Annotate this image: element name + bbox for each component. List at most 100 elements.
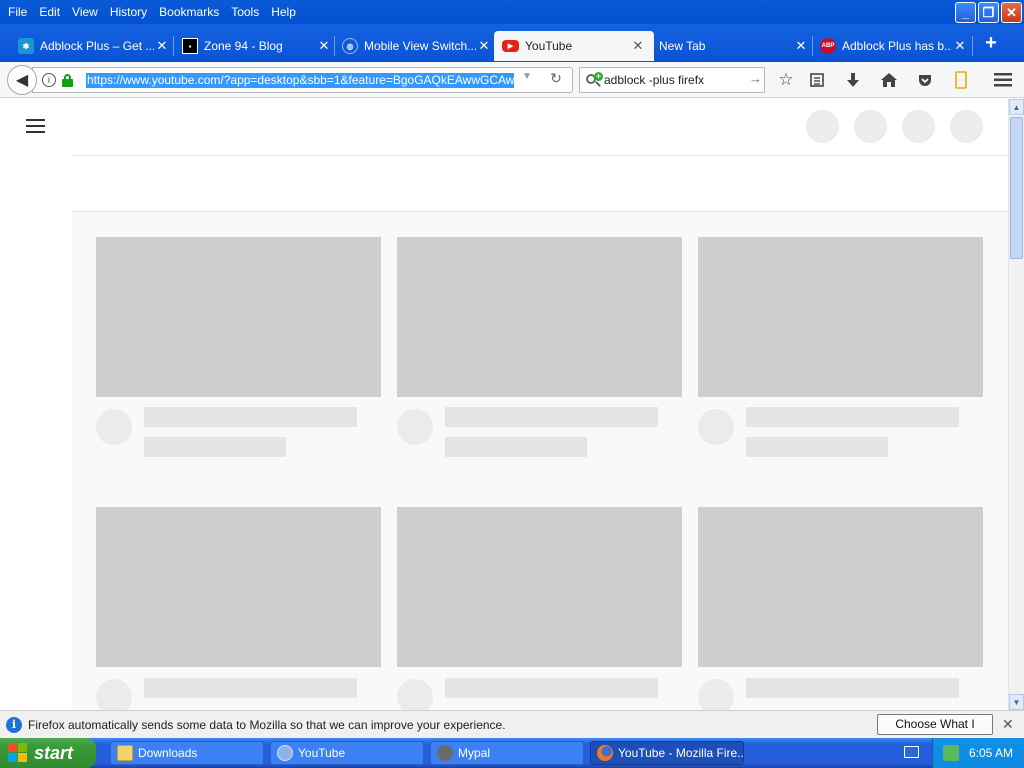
tab-new-tab[interactable]: New Tab ✕	[659, 31, 809, 61]
tab-zone94[interactable]: ▪ Zone 94 - Blog ✕	[182, 31, 332, 61]
tab-mobile-view-switcher[interactable]: ◍ Mobile View Switch... ✕	[342, 31, 492, 61]
scroll-up-icon[interactable]: ▲	[1009, 99, 1024, 115]
close-tab-icon[interactable]: ✕	[793, 38, 809, 54]
close-tab-icon[interactable]: ✕	[316, 38, 332, 54]
globe-icon	[277, 745, 293, 761]
menu-tools[interactable]: Tools	[225, 2, 265, 22]
info-icon[interactable]: i	[42, 73, 56, 87]
hamburger-menu-icon[interactable]	[26, 119, 46, 133]
system-tray: 6:05 AM	[932, 738, 1024, 768]
globe-icon: ◍	[342, 38, 358, 54]
title-placeholder	[445, 678, 658, 698]
header-placeholder-icon	[854, 110, 887, 143]
mypal-icon	[437, 745, 453, 761]
video-thumbnail-placeholder	[698, 237, 983, 397]
title-placeholder	[746, 407, 959, 427]
close-tab-icon[interactable]: ✕	[476, 38, 492, 54]
windows-logo-icon	[8, 743, 28, 763]
menu-view[interactable]: View	[66, 2, 104, 22]
tab-separator	[972, 36, 973, 56]
tab-title: Zone 94 - Blog	[204, 39, 283, 53]
task-label: Downloads	[138, 746, 198, 760]
url-dropdown-icon[interactable]: ▼	[520, 71, 534, 82]
tab-youtube[interactable]: ▶ YouTube ✕	[494, 31, 654, 61]
tab-separator	[173, 36, 174, 56]
header-placeholder-icon	[950, 110, 983, 143]
abp-icon: ABP	[820, 38, 836, 54]
taskbar: start Downloads YouTube Mypal YouTube - …	[0, 738, 1024, 768]
navigation-toolbar: i https://www.youtube.com/?app=desktop&s…	[0, 62, 1024, 98]
choose-what-i-share-button[interactable]: Choose What I Share	[877, 714, 993, 750]
minimize-button[interactable]: _	[955, 2, 976, 23]
video-thumbnail-placeholder	[698, 507, 983, 667]
url-text[interactable]: https://www.youtube.com/?app=desktop&sbb…	[86, 73, 514, 88]
notification-text: Firefox automatically sends some data to…	[28, 718, 506, 732]
close-tab-icon[interactable]: ✕	[154, 38, 170, 54]
menu-bar: File Edit View History Bookmarks Tools H…	[0, 0, 1024, 24]
reader-list-icon[interactable]	[806, 69, 828, 91]
pocket-icon[interactable]	[914, 69, 936, 91]
notification-bar: i Firefox automatically sends some data …	[0, 710, 1024, 750]
download-icon[interactable]	[842, 69, 864, 91]
header-placeholder-icon	[806, 110, 839, 143]
taskbar-item-downloads[interactable]: Downloads	[110, 741, 264, 765]
page-content	[0, 99, 1008, 710]
header-placeholder-icon	[902, 110, 935, 143]
video-thumbnail-placeholder	[96, 507, 381, 667]
channel-avatar-placeholder	[397, 679, 433, 710]
new-tab-button[interactable]: +	[978, 30, 1004, 56]
title-placeholder	[746, 678, 959, 698]
info-icon: i	[6, 717, 22, 733]
search-icon[interactable]: +	[585, 72, 603, 90]
menu-icon[interactable]	[992, 69, 1014, 91]
task-label: YouTube	[298, 746, 346, 760]
search-bar[interactable]: + adblock -plus firefx →	[579, 67, 765, 93]
video-thumbnail-placeholder	[397, 237, 682, 397]
reload-icon[interactable]: ↻	[548, 70, 564, 87]
folder-icon	[117, 745, 133, 761]
menu-edit[interactable]: Edit	[33, 2, 66, 22]
tab-title: Mobile View Switch...	[364, 39, 476, 53]
home-icon[interactable]	[878, 69, 900, 91]
network-icon[interactable]	[943, 745, 959, 761]
menu-bookmarks[interactable]: Bookmarks	[153, 2, 225, 22]
close-icon[interactable]: ✕	[1002, 716, 1014, 733]
title-placeholder	[144, 407, 357, 427]
back-button[interactable]: ◀	[7, 65, 37, 95]
scroll-down-icon[interactable]: ▼	[1009, 694, 1024, 710]
close-tab-icon[interactable]: ✕	[630, 38, 646, 54]
back-arrow-icon: ◀	[15, 72, 29, 89]
menu-help[interactable]: Help	[265, 2, 302, 22]
tab-adblock-plus[interactable]: ✱ Adblock Plus – Get ... ✕	[18, 31, 170, 61]
bookmark-star-icon[interactable]: ☆	[775, 69, 797, 91]
taskbar-item-mypal[interactable]: Mypal	[430, 741, 584, 765]
url-bar[interactable]: i https://www.youtube.com/?app=desktop&s…	[32, 67, 573, 93]
menu-history[interactable]: History	[104, 2, 153, 22]
channel-avatar-placeholder	[698, 679, 734, 710]
start-label: start	[34, 742, 74, 763]
close-tab-icon[interactable]: ✕	[952, 38, 968, 54]
mobile-icon[interactable]	[950, 69, 972, 91]
channel-avatar-placeholder	[96, 409, 132, 445]
keyboard-icon[interactable]	[904, 746, 919, 758]
meta-placeholder	[746, 437, 888, 457]
youtube-icon: ▶	[502, 40, 519, 52]
close-window-button[interactable]: ✕	[1001, 2, 1022, 23]
clock[interactable]: 6:05 AM	[969, 746, 1013, 760]
search-input[interactable]: adblock -plus firefx	[604, 73, 704, 87]
task-label: Mypal	[458, 746, 491, 760]
taskbar-item-youtube[interactable]: YouTube	[270, 741, 424, 765]
abp-puzzle-icon: ✱	[18, 38, 34, 54]
video-thumbnail-placeholder	[96, 237, 381, 397]
scrollbar-thumb[interactable]	[1010, 117, 1023, 259]
vertical-scrollbar[interactable]: ▲ ▼	[1008, 99, 1024, 710]
tab-title: Adblock Plus – Get ...	[40, 39, 154, 53]
menu-file[interactable]: File	[2, 2, 33, 22]
lock-icon[interactable]	[62, 74, 73, 87]
title-placeholder	[144, 678, 357, 698]
tab-adblock-plus-has-been[interactable]: ABP Adblock Plus has b... ✕	[820, 31, 968, 61]
search-go-icon[interactable]: →	[749, 71, 762, 86]
start-button[interactable]: start	[0, 738, 96, 768]
taskbar-item-firefox[interactable]: YouTube - Mozilla Fire...	[590, 741, 744, 765]
maximize-button[interactable]: ❐	[978, 2, 999, 23]
